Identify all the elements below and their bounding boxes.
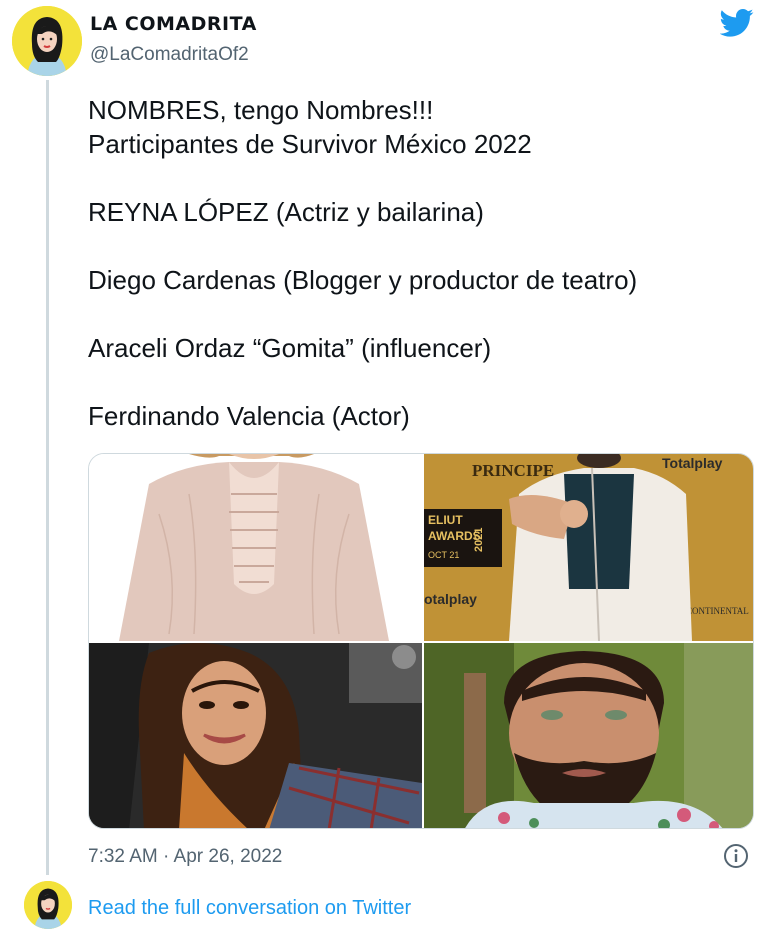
thread-line: [46, 80, 49, 875]
info-icon[interactable]: [723, 843, 749, 869]
tweet-line-gap: [88, 297, 748, 331]
tweet-line: REYNA LÓPEZ (Actriz y bailarina): [88, 197, 484, 227]
tweet-timestamp[interactable]: 7:32 AM · Apr 26, 2022: [88, 846, 282, 868]
photo-reyna-lopez[interactable]: [89, 454, 422, 641]
tweet-line: Participantes de Survivor México 2022: [88, 129, 532, 159]
tweet-line-gap: [88, 365, 748, 399]
year-text: 2021: [473, 528, 485, 552]
author-avatar[interactable]: [12, 6, 82, 76]
tweet-line-gap: [88, 229, 748, 263]
continental-text: CONTINENTAL: [686, 606, 749, 616]
tweet-line-gap: [88, 161, 748, 195]
author-avatar-small[interactable]: [24, 881, 72, 929]
photo-araceli-ordaz[interactable]: [89, 643, 422, 828]
tweet-card: LA COMADRITA @LaComadritaOf2 NOMBRES, te…: [0, 0, 768, 934]
eliut-text: ELIUT: [428, 513, 463, 527]
principe-logo-text: PRINCIPE: [472, 461, 554, 480]
date-text: OCT 21: [428, 550, 459, 560]
totalplay-logo-text: Totalplay: [662, 455, 723, 471]
twitter-bird-icon[interactable]: [720, 8, 754, 38]
tweet-text: NOMBRES, tengo Nombres!!! Participantes …: [88, 93, 748, 433]
author-handle[interactable]: @LaComadritaOf2: [90, 44, 249, 66]
author-display-name[interactable]: LA COMADRITA: [90, 13, 257, 35]
totalplay-bottom-text: otalplay: [424, 591, 477, 607]
photo-ferdinando-valencia[interactable]: [424, 643, 753, 828]
tweet-line: Ferdinando Valencia (Actor): [88, 401, 410, 431]
tweet-line: Araceli Ordaz “Gomita” (influencer): [88, 333, 492, 363]
photo-diego-cardenas[interactable]: PRINCIPE Totalplay ELIUT AWARDS 2021 OCT…: [424, 454, 753, 641]
read-full-conversation-link[interactable]: Read the full conversation on Twitter: [88, 897, 411, 920]
tweet-line: Diego Cardenas (Blogger y productor de t…: [88, 265, 638, 295]
media-grid: PRINCIPE Totalplay ELIUT AWARDS 2021 OCT…: [88, 453, 754, 829]
tweet-line: NOMBRES, tengo Nombres!!!: [88, 95, 434, 125]
